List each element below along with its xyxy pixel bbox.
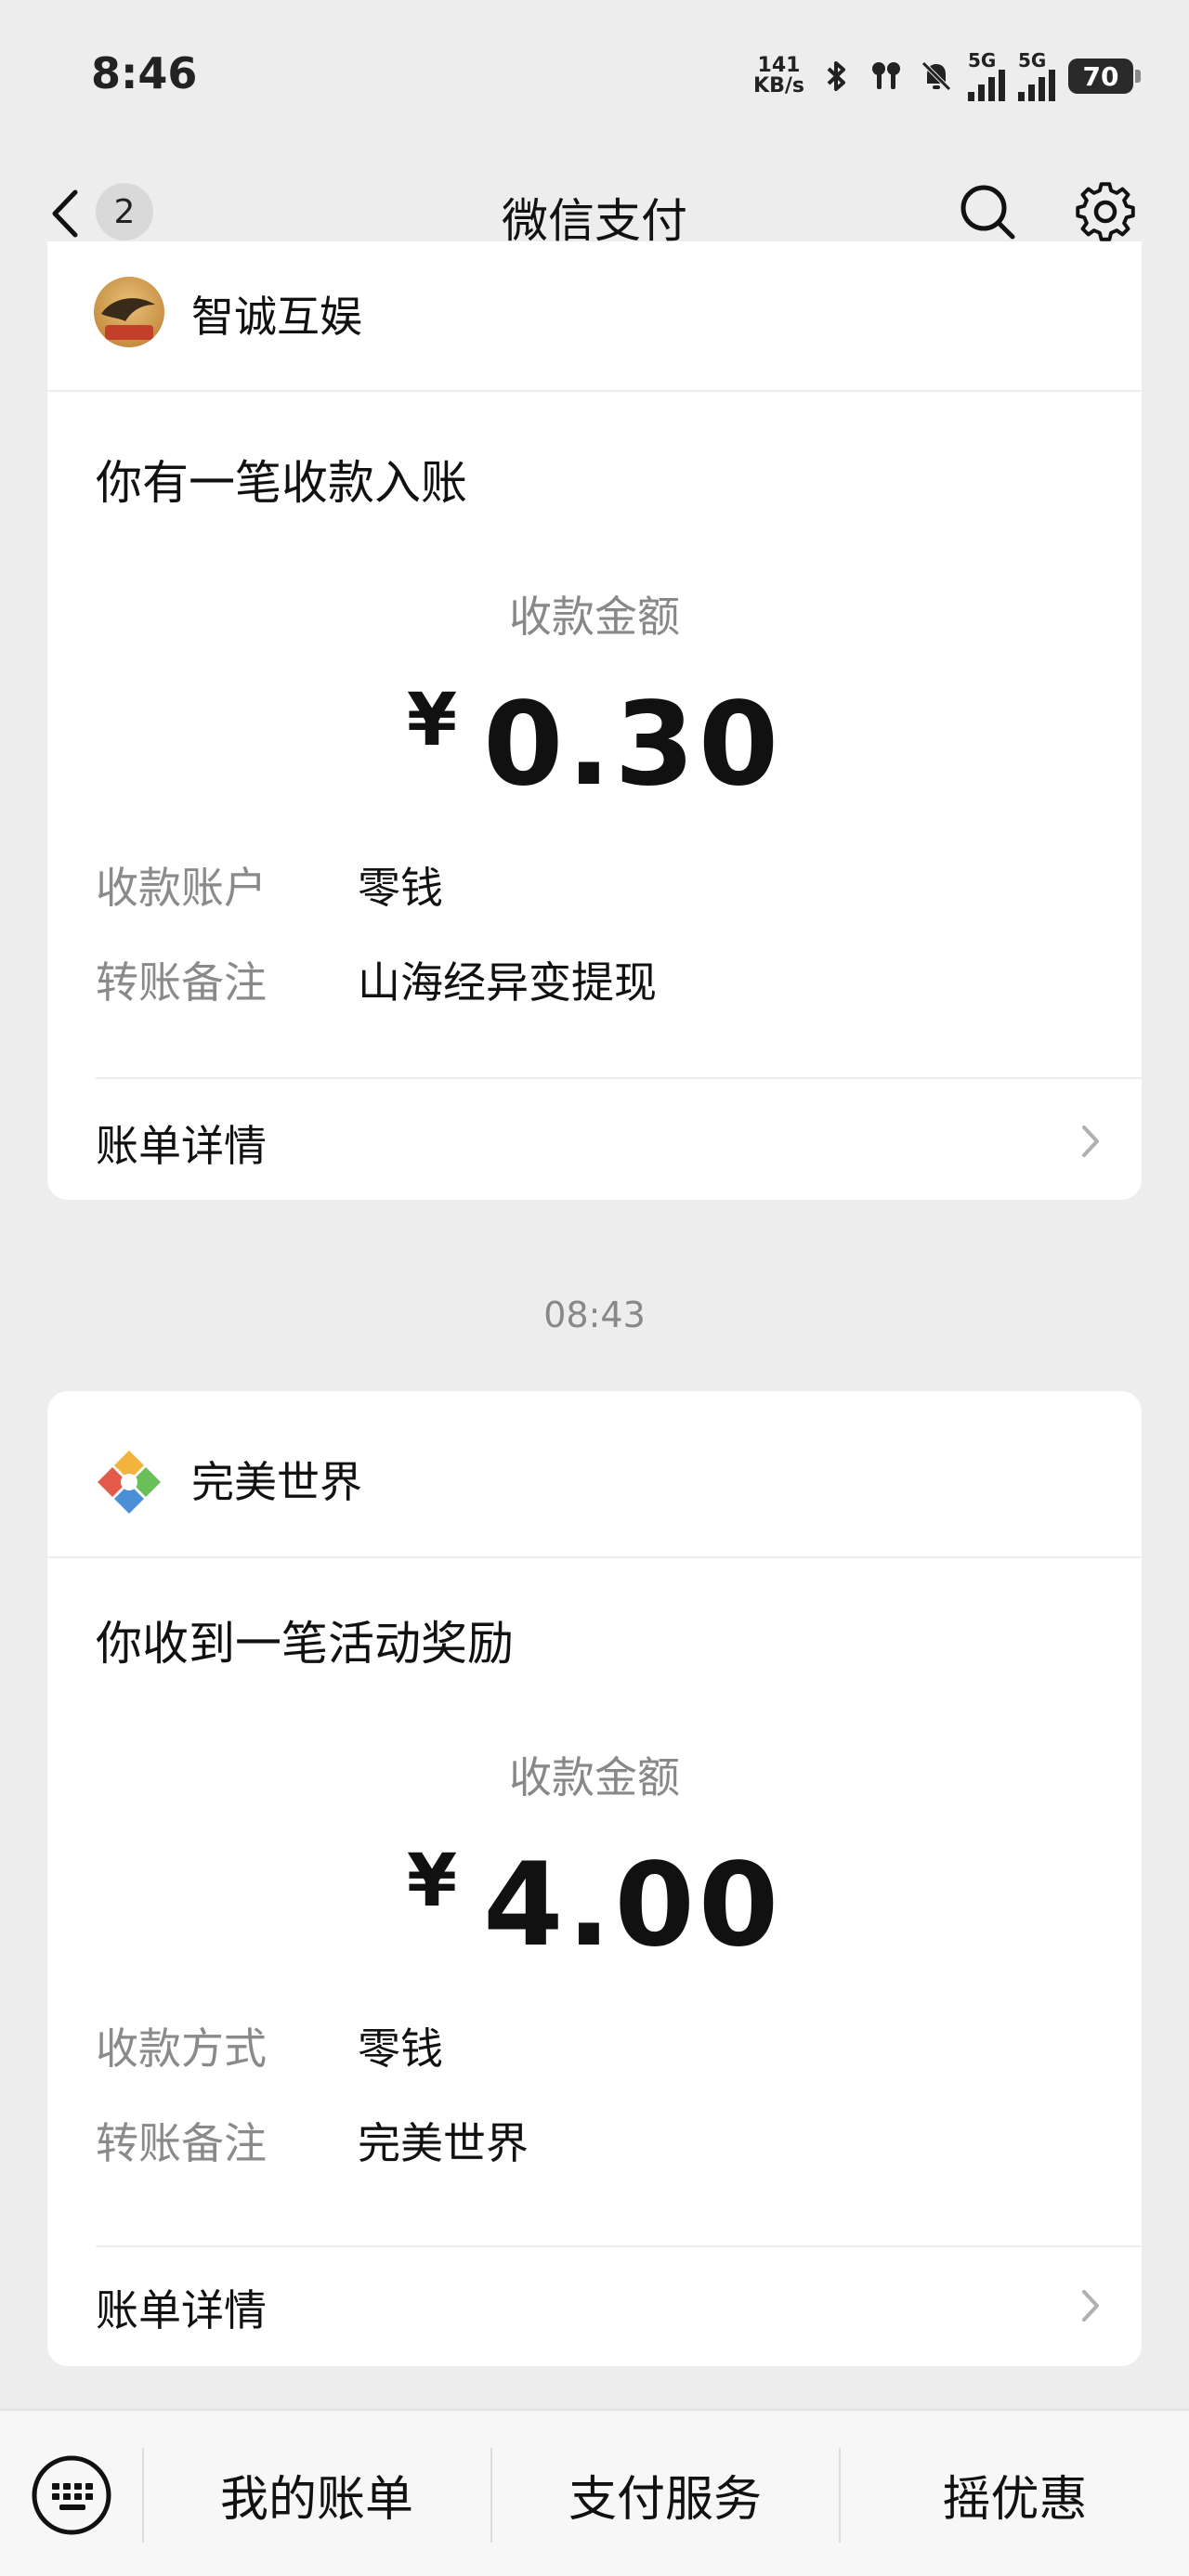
card-header: 智诚互娱: [47, 241, 1142, 392]
tab-payment-services[interactable]: 支付服务: [492, 2448, 838, 2541]
amount-label: 收款金额: [509, 1752, 680, 1802]
amount-label: 收款金额: [509, 592, 680, 642]
card-header: 完美世界: [47, 1391, 1142, 1558]
info-row: 收款方式 零钱: [96, 2023, 443, 2074]
tab-shake-deals[interactable]: 摇优惠: [841, 2448, 1189, 2541]
signal-sim1: 5G: [968, 51, 1005, 101]
merchant-name: 完美世界: [191, 1457, 362, 1507]
tab-my-bills[interactable]: 我的账单: [144, 2448, 490, 2541]
merchant-name: 智诚互娱: [191, 292, 362, 342]
bill-detail-link[interactable]: 账单详情: [96, 2277, 267, 2338]
gear-icon[interactable]: [1073, 179, 1138, 244]
bottom-menu-bar: 我的账单 支付服务 摇优惠: [0, 2409, 1189, 2576]
merchant-logo-icon: [98, 1451, 161, 1514]
bill-detail-link[interactable]: 账单详情: [96, 1112, 267, 1174]
network-speed: 141 KB/s: [753, 54, 804, 98]
amount-value: ¥0.30: [406, 678, 783, 812]
info-row: 转账备注 完美世界: [96, 2118, 529, 2168]
keyboard-icon[interactable]: [30, 2453, 113, 2537]
card-headline: 你有一笔收款入账: [96, 456, 467, 510]
mute-bell-icon: [921, 61, 951, 91]
merchant-logo-icon: [101, 298, 155, 340]
status-time: 8:46: [91, 48, 198, 98]
search-icon[interactable]: [955, 179, 1020, 244]
message-timestamp: 08:43: [543, 1295, 646, 1335]
signal-sim2: 5G: [1018, 51, 1055, 101]
payment-card-1[interactable]: 智诚互娱 你有一笔收款入账 收款金额 ¥0.30 收款账户 零钱 转账备注 山海…: [47, 241, 1142, 1200]
info-row: 收款账户 零钱: [96, 863, 443, 913]
divider: [96, 1077, 1142, 1079]
payment-card-2[interactable]: 完美世界 你收到一笔活动奖励 收款金额 ¥4.00 收款方式 零钱 转账备注 完…: [47, 1391, 1142, 2366]
chevron-right-icon[interactable]: [1077, 2283, 1104, 2329]
earbuds-icon: [872, 62, 900, 89]
merchant-logo: [94, 277, 164, 347]
info-row: 转账备注 山海经异变提现: [96, 957, 657, 1008]
card-headline: 你收到一笔活动奖励: [96, 1617, 514, 1671]
battery-indicator: 70: [1068, 59, 1141, 94]
status-icons: 141 KB/s 5G 5G 70: [753, 48, 1141, 104]
status-bar: 8:46 141 KB/s 5G 5G 70: [0, 0, 1189, 153]
amount-value: ¥4.00: [406, 1839, 783, 1972]
divider: [96, 2245, 1142, 2247]
bluetooth-icon: [827, 61, 845, 91]
chevron-right-icon[interactable]: [1077, 1118, 1104, 1164]
